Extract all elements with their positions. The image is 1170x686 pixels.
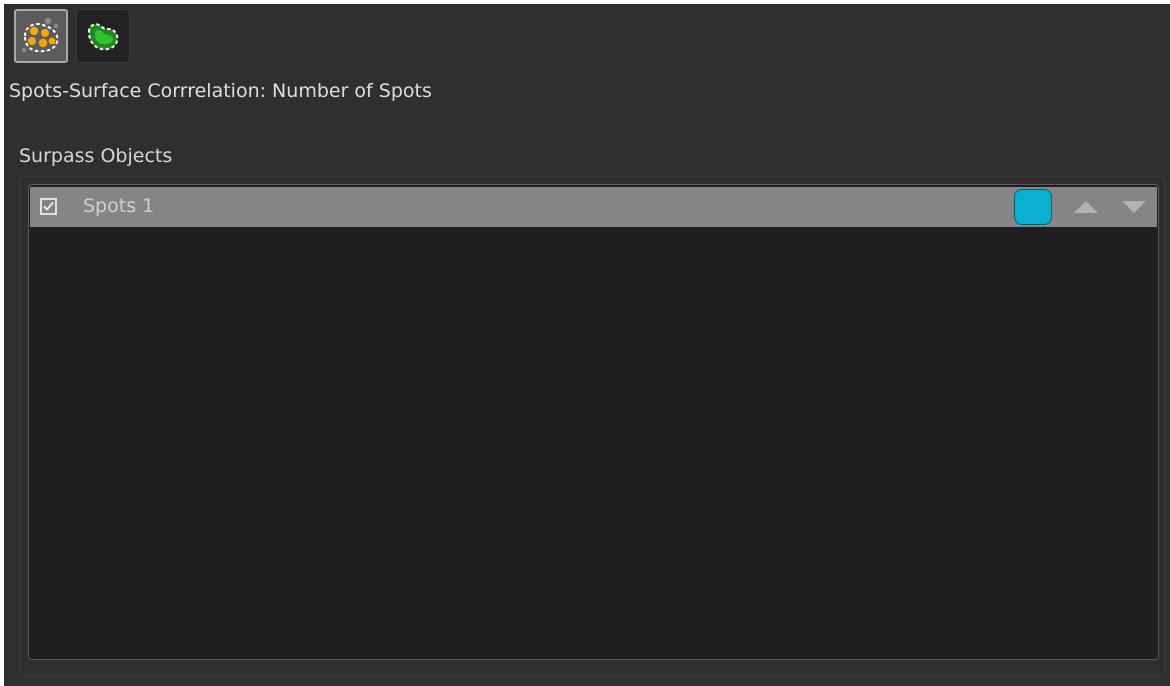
panel-title: Spots-Surface Corrrelation: Number of Sp…: [9, 80, 432, 102]
move-up-arrow-icon[interactable]: [1073, 199, 1099, 215]
list-item-spots-1[interactable]: Spots 1: [30, 187, 1157, 227]
color-swatch[interactable]: [1014, 189, 1052, 225]
spots-in-surface-icon: [21, 17, 59, 53]
move-down-arrow-icon[interactable]: [1121, 199, 1147, 215]
surpass-objects-list[interactable]: Spots 1: [28, 184, 1159, 660]
surpass-objects-label: Surpass Objects: [19, 145, 173, 167]
checkmark-icon: [43, 201, 54, 211]
surface-button[interactable]: [76, 9, 130, 63]
surface-icon: [87, 23, 119, 51]
correlation-panel: Spots-Surface Corrrelation: Number of Sp…: [4, 4, 1170, 686]
list-item-label: Spots 1: [83, 195, 155, 217]
spots-in-surface-button[interactable]: [14, 9, 68, 63]
toolbar: [14, 9, 130, 65]
spots-1-checkbox[interactable]: [40, 198, 57, 215]
